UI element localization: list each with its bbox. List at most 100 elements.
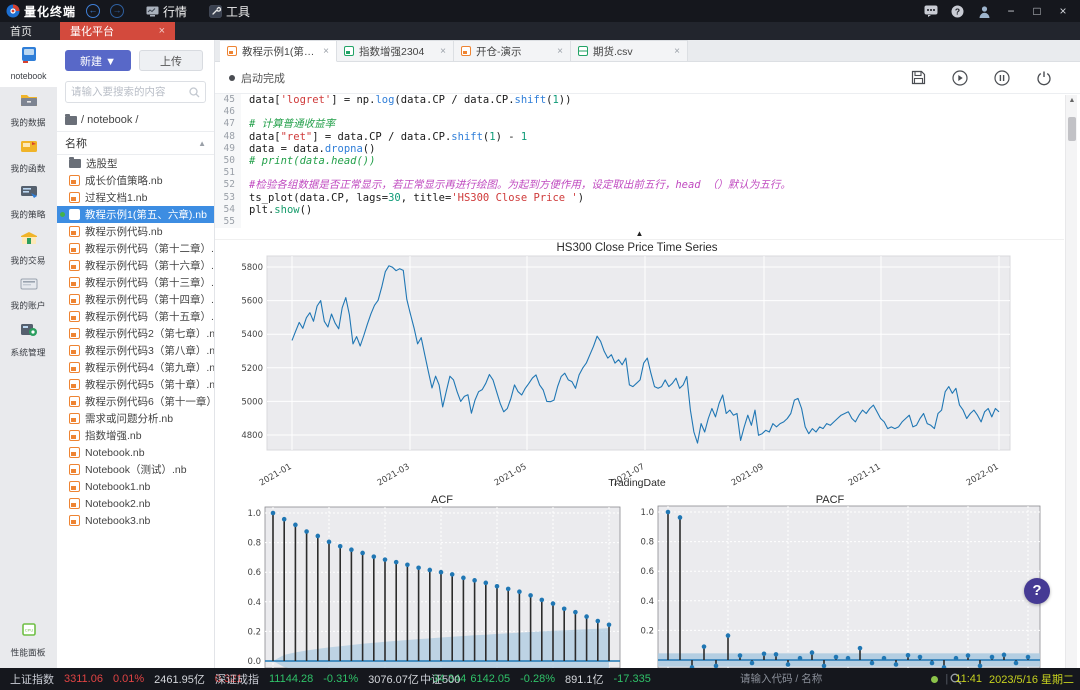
file-row[interactable]: 教程示例1(第五、六章).nb <box>57 206 214 223</box>
collapse-output-control[interactable]: ▲ <box>215 228 1064 240</box>
tab-close-icon[interactable]: × <box>159 25 165 37</box>
code-line[interactable]: 49data = data.dropna() <box>215 143 1064 155</box>
symbol-search-box[interactable] <box>740 670 962 688</box>
scrollbar-thumb[interactable] <box>1068 117 1076 141</box>
symbol-search-input[interactable] <box>740 673 950 685</box>
floating-help-button[interactable]: ? <box>1024 578 1050 604</box>
file-row[interactable]: 过程文档1.nb <box>57 189 214 206</box>
doc-tab-close-icon[interactable]: × <box>557 46 563 57</box>
file-row[interactable]: 教程示例代码2（第七章）.nb <box>57 325 214 342</box>
doc-tab-close-icon[interactable]: × <box>440 46 446 57</box>
code-editor[interactable]: 45data['logret'] = np.log(data.CP / data… <box>215 94 1064 228</box>
minimize-button[interactable]: − <box>1004 4 1018 18</box>
line-number: 55 <box>215 216 241 228</box>
doc-tab-label: 教程示例1(第五、六章).nb <box>242 44 318 59</box>
vertical-scrollbar[interactable]: ▲ <box>1065 95 1077 668</box>
notebook-file-icon <box>69 379 80 390</box>
sidebar-item-性能面板[interactable]: CPU性能面板 <box>0 617 57 663</box>
code-text: ts_plot(data.CP, lags=30, title='HS300 C… <box>241 192 584 204</box>
file-row[interactable]: 教程示例代码3（第八章）.nb <box>57 342 214 359</box>
code-line[interactable]: 45data['logret'] = np.log(data.CP / data… <box>215 94 1064 106</box>
doc-tab[interactable]: 指数增强2304× <box>337 40 454 61</box>
sidebar-item-我的交易[interactable]: 我的交易 <box>0 225 57 271</box>
code-line[interactable]: 53ts_plot(data.CP, lags=30, title='HS300… <box>215 192 1064 204</box>
doc-tab-close-icon[interactable]: × <box>674 46 680 57</box>
code-line[interactable]: 50# print(data.head()) <box>215 155 1064 167</box>
market-chart-icon <box>146 6 159 17</box>
save-button[interactable] <box>911 70 926 86</box>
notebook-file-icon <box>69 481 80 492</box>
tab-home[interactable]: 首页 <box>0 22 42 40</box>
file-row[interactable]: 教程示例代码（第十五章）.nb <box>57 308 214 325</box>
file-row[interactable]: 教程示例代码6（第十一章）.nb <box>57 393 214 410</box>
maximize-button[interactable]: □ <box>1030 4 1044 18</box>
code-line[interactable]: 54plt.show() <box>215 204 1064 216</box>
file-row[interactable]: 教程示例代码5（第十章）.nb <box>57 376 214 393</box>
sidebar-item-系统管理[interactable]: 系统管理 <box>0 317 57 363</box>
file-row[interactable]: Notebook1.nb <box>57 478 214 495</box>
scroll-up-icon[interactable]: ▲ <box>1066 97 1078 104</box>
menu-tools[interactable]: 工具 <box>209 3 250 20</box>
sort-asc-icon[interactable]: ▲ <box>198 139 206 148</box>
file-list-header[interactable]: 名称 ▲ <box>57 131 214 155</box>
file-search-box[interactable] <box>65 81 206 103</box>
notebook-toolbar: 启动完成 <box>215 62 1080 94</box>
file-row[interactable]: 教程示例代码.nb <box>57 223 214 240</box>
file-row[interactable]: 选股型 <box>57 155 214 172</box>
new-button[interactable]: 新建 ▼ <box>65 50 131 71</box>
file-row[interactable]: 教程示例代码（第十四章）.nb <box>57 291 214 308</box>
forward-icon[interactable]: → <box>110 4 124 18</box>
breadcrumb[interactable]: / notebook / <box>57 111 214 131</box>
close-button[interactable]: × <box>1056 4 1070 18</box>
notebook-file-icon-green <box>344 46 354 56</box>
line-number: 52 <box>215 179 241 191</box>
back-icon[interactable]: ← <box>86 4 100 18</box>
svg-text:0.0: 0.0 <box>247 657 261 667</box>
folder-icon <box>69 159 81 168</box>
doc-tab[interactable]: 开仓-演示× <box>454 40 571 61</box>
sidebar-item-我的策略[interactable]: 我的策略 <box>0 179 57 225</box>
help-icon[interactable]: ? <box>950 4 965 18</box>
tab-quant-platform[interactable]: 量化平台 × <box>60 22 175 40</box>
code-line[interactable]: 48data["ret"] = data.CP / data.CP.shift(… <box>215 131 1064 143</box>
file-row[interactable]: 教程示例代码（第十六章）.nb <box>57 257 214 274</box>
index-shanghai[interactable]: 上证指数3311.060.01%2461.95亿0.321 <box>10 668 242 690</box>
sidebar-item-我的数据[interactable]: 我的数据 <box>0 87 57 133</box>
code-line[interactable]: 47# 计算普通收益率 <box>215 118 1064 130</box>
file-row[interactable]: 教程示例代码（第十三章）.nb <box>57 274 214 291</box>
file-row[interactable]: Notebook3.nb <box>57 512 214 529</box>
collapse-triangle-icon[interactable]: ▲ <box>636 229 644 238</box>
sidebar-item-我的函数[interactable]: 我的函数 <box>0 133 57 179</box>
doc-tab[interactable]: 期货.csv× <box>571 40 688 61</box>
sidebar-item-我的账户[interactable]: 我的账户 <box>0 271 57 317</box>
file-row[interactable]: Notebook.nb <box>57 444 214 461</box>
file-row[interactable]: Notebook（测试）.nb <box>57 461 214 478</box>
svg-text:0.4: 0.4 <box>247 598 261 608</box>
file-row[interactable]: Notebook2.nb <box>57 495 214 512</box>
file-row[interactable]: 需求或问题分析.nb <box>57 410 214 427</box>
code-line[interactable]: 51 <box>215 167 1064 179</box>
code-line[interactable]: 52#检验各组数据是否正常显示，若正常显示再进行绘图。为起到方便作用，设定取出前… <box>215 179 1064 191</box>
pause-button[interactable] <box>994 70 1010 86</box>
file-row[interactable]: 教程示例代码4（第九章）.nb <box>57 359 214 376</box>
file-row[interactable]: 指数增强.nb <box>57 427 214 444</box>
code-line[interactable]: 55 <box>215 216 1064 228</box>
index-price: 11144.28 <box>269 673 313 685</box>
shutdown-button[interactable] <box>1036 70 1052 86</box>
code-line[interactable]: 46 <box>215 106 1064 118</box>
svg-text:2021-03: 2021-03 <box>376 462 412 488</box>
file-search-input[interactable] <box>71 86 189 98</box>
upload-button[interactable]: 上传 <box>139 50 203 71</box>
sidebar-item-notebook[interactable]: notebook <box>0 40 57 87</box>
file-row[interactable]: 成长价值策略.nb <box>57 172 214 189</box>
run-button[interactable] <box>952 70 968 86</box>
doc-tab[interactable]: 教程示例1(第五、六章).nb × <box>220 40 337 62</box>
menu-market[interactable]: 行情 <box>146 3 187 20</box>
file-row[interactable]: 教程示例代码（第十二章）.nb <box>57 240 214 257</box>
message-icon[interactable] <box>923 4 938 18</box>
user-icon[interactable] <box>977 4 992 18</box>
doc-tab-close-icon[interactable]: × <box>323 46 329 57</box>
index-price: 3311.06 <box>64 673 103 685</box>
svg-text:2021-11: 2021-11 <box>847 462 883 488</box>
index-csi500[interactable]: 中证5006142.05-0.28%891.1亿-17.335 <box>420 668 651 690</box>
